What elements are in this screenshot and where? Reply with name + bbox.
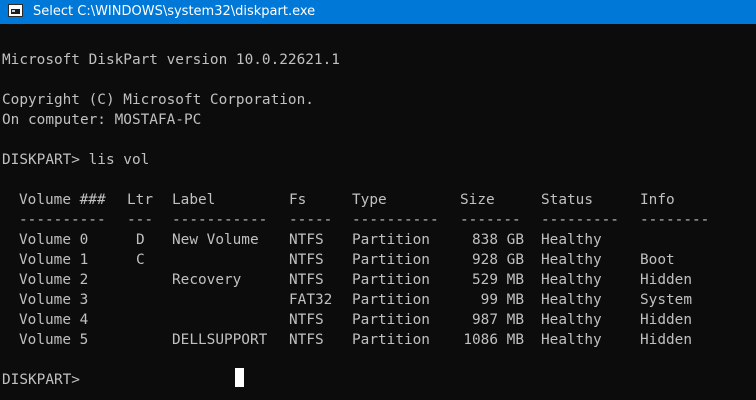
cell-label: Recovery [172, 272, 242, 288]
cell-info: Hidden [640, 332, 692, 348]
cell-fs: FAT32 [289, 292, 333, 308]
cell-volume: Volume 2 [19, 272, 89, 288]
console-app-icon[interactable] [8, 4, 23, 17]
cell-status: Healthy [541, 272, 602, 288]
cell-volume: Volume 0 [19, 232, 89, 248]
console-output-area[interactable]: Microsoft DiskPart version 10.0.22621.1 … [0, 24, 756, 400]
cell-type: Partition [352, 232, 430, 248]
cell-size: 838 GB [472, 232, 524, 248]
cell-fs: NTFS [289, 232, 324, 248]
table-row: Volume 3 FAT32 Partition 99 MB Healthy S… [0, 290, 756, 310]
cell-status: Healthy [541, 292, 602, 308]
cell-fs: NTFS [289, 272, 324, 288]
version-line: Microsoft DiskPart version 10.0.22621.1 [2, 52, 340, 68]
cell-label: DELLSUPPORT [172, 332, 268, 348]
header-status: Status [541, 192, 593, 208]
command-line: DISKPART> lis vol [2, 152, 150, 168]
window-title: Select C:\WINDOWS\system32\diskpart.exe [33, 4, 316, 19]
separator-label: ----------- [172, 212, 268, 228]
cell-info: Hidden [640, 272, 692, 288]
table-separator-row: ---------- --- ----------- ----- -------… [0, 210, 756, 230]
separator-size: ------- [460, 212, 521, 228]
cell-fs: NTFS [289, 332, 324, 348]
header-ltr: Ltr [127, 192, 153, 208]
cell-info: Hidden [640, 312, 692, 328]
header-info: Info [640, 192, 675, 208]
cell-type: Partition [352, 312, 430, 328]
header-type: Type [352, 192, 387, 208]
table-header-row: Volume ### Ltr Label Fs Type Size Status… [0, 190, 756, 210]
table-row: Volume 5 DELLSUPPORT NTFS Partition 1086… [0, 330, 756, 350]
cell-size: 529 MB [472, 272, 524, 288]
cell-status: Healthy [541, 332, 602, 348]
header-volume: Volume ### [19, 192, 106, 208]
window-title-bar[interactable]: Select C:\WINDOWS\system32\diskpart.exe [0, 0, 756, 24]
separator-ltr: --- [127, 212, 153, 228]
cell-info: Boot [640, 252, 675, 268]
cell-size: 928 GB [472, 252, 524, 268]
cell-label: New Volume [172, 232, 259, 248]
cell-status: Healthy [541, 252, 602, 268]
cell-fs: NTFS [289, 312, 324, 328]
header-size: Size [460, 192, 495, 208]
separator-info: -------- [640, 212, 710, 228]
copyright-line: Copyright (C) Microsoft Corporation. [2, 92, 314, 108]
separator-type: ---------- [352, 212, 439, 228]
cell-size: 99 MB [480, 292, 524, 308]
cell-fs: NTFS [289, 252, 324, 268]
cell-volume: Volume 3 [19, 292, 89, 308]
cell-status: Healthy [541, 232, 602, 248]
text-cursor [235, 368, 244, 387]
table-row: Volume 0 D New Volume NTFS Partition 838… [0, 230, 756, 250]
cell-volume: Volume 5 [19, 332, 89, 348]
cell-type: Partition [352, 272, 430, 288]
cell-size: 1086 MB [463, 332, 524, 348]
separator-status: --------- [541, 212, 619, 228]
table-row: Volume 2 Recovery NTFS Partition 529 MB … [0, 270, 756, 290]
separator-fs: ----- [289, 212, 333, 228]
cell-size: 987 MB [472, 312, 524, 328]
prompt-line: DISKPART> [2, 372, 80, 388]
header-label: Label [172, 192, 216, 208]
computer-line: On computer: MOSTAFA-PC [2, 112, 202, 128]
table-row: Volume 4 NTFS Partition 987 MB Healthy H… [0, 310, 756, 330]
cell-type: Partition [352, 252, 430, 268]
header-fs: Fs [289, 192, 307, 208]
cell-volume: Volume 1 [19, 252, 89, 268]
cell-type: Partition [352, 332, 430, 348]
cell-ltr: D [136, 232, 145, 248]
cell-type: Partition [352, 292, 430, 308]
cell-info: System [640, 292, 692, 308]
separator-volume: ---------- [19, 212, 106, 228]
cell-ltr: C [136, 252, 145, 268]
cell-status: Healthy [541, 312, 602, 328]
cell-volume: Volume 4 [19, 312, 89, 328]
table-row: Volume 1 C NTFS Partition 928 GB Healthy… [0, 250, 756, 270]
